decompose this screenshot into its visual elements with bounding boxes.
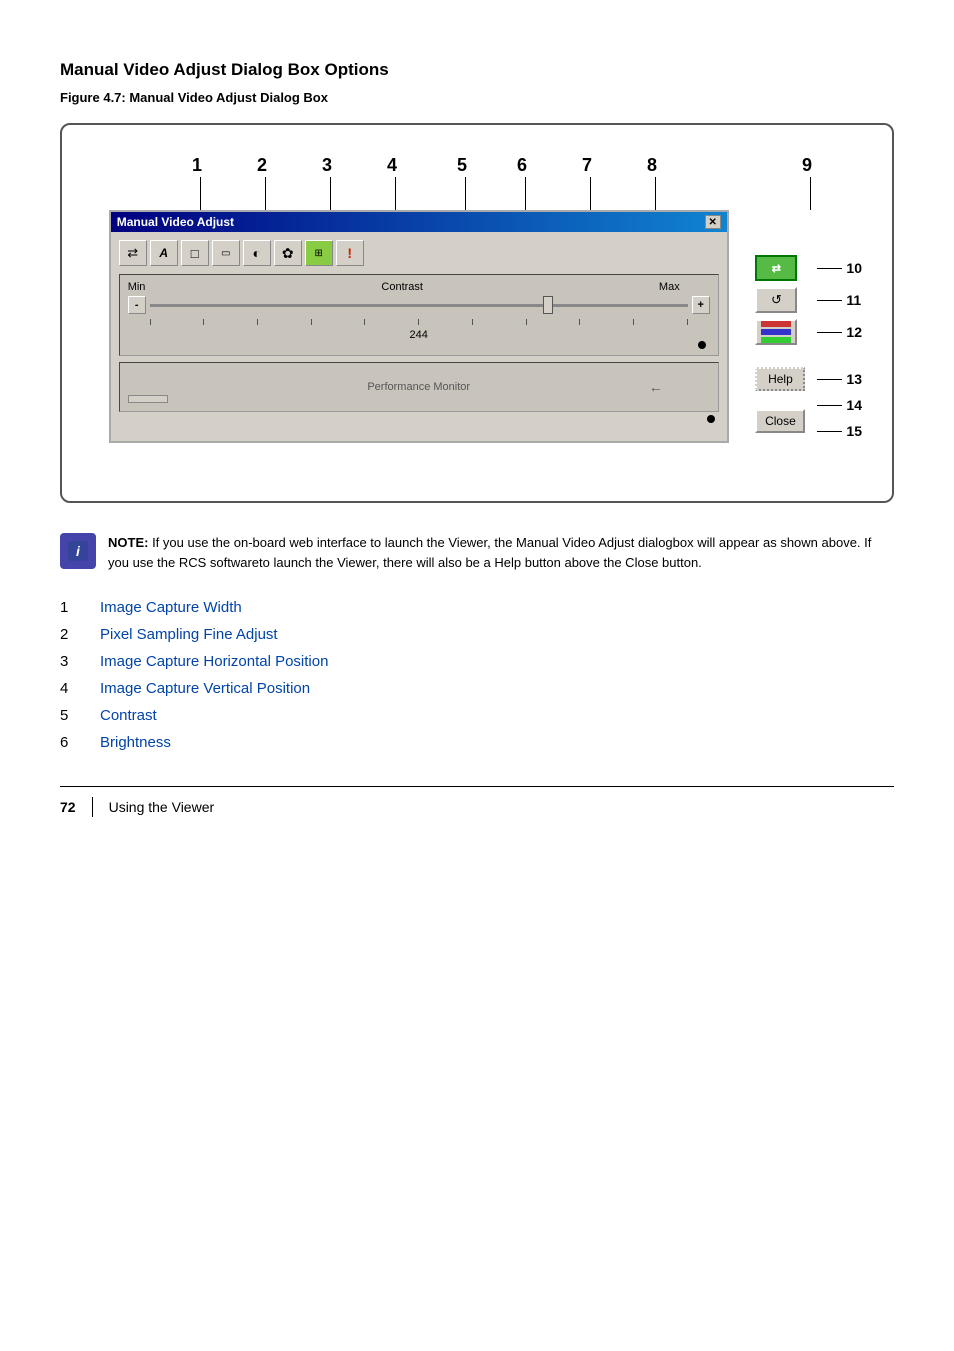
tick — [418, 319, 419, 325]
tb-circle-btn[interactable]: ◐ — [243, 240, 271, 266]
num-label-7: 7 — [582, 155, 592, 176]
perf-bar — [128, 395, 168, 403]
li-text-3: Image Capture Horizontal Position — [100, 653, 328, 670]
perf-label: Performance Monitor — [367, 381, 470, 393]
figure-caption: Figure 4.7: Manual Video Adjust Dialog B… — [60, 90, 894, 105]
dialog-figure: 1 2 3 4 5 6 7 8 9 Manual — [60, 123, 894, 503]
help-button[interactable]: Help — [755, 367, 805, 391]
close-x-button[interactable]: ✕ — [705, 215, 721, 229]
rn-12: 12 — [817, 319, 862, 345]
rn-15: 15 — [817, 419, 862, 443]
li-num-4: 4 — [60, 680, 80, 697]
tb-arrow-btn[interactable]: ⇄ — [119, 240, 147, 266]
tick-row — [128, 317, 710, 327]
tb-square-btn[interactable]: □ — [181, 240, 209, 266]
toolbar: ⇄ A □ ▭ ◐ ✿ ⊞ ! Min Contrast — [111, 232, 727, 431]
right-panel: ⇄ ↺ Help — [755, 255, 862, 443]
num-label-5: 5 — [457, 155, 467, 176]
footer-text: Using the Viewer — [109, 799, 215, 815]
list-item-3: 3 Image Capture Horizontal Position — [60, 648, 894, 675]
btn-12[interactable] — [755, 319, 797, 345]
note-section: i NOTE: If you use the on-board web inte… — [60, 533, 894, 572]
right-buttons: ⇄ ↺ Help — [755, 255, 805, 433]
dialog-window: Manual Video Adjust ✕ ⇄ A □ ▭ ◐ ✿ ⊞ ! — [109, 210, 729, 443]
btn-10[interactable]: ⇄ — [755, 255, 797, 281]
section-title: Manual Video Adjust Dialog Box Options — [60, 60, 894, 80]
rn-14: 14 — [817, 397, 862, 413]
dialog-title: Manual Video Adjust — [117, 215, 234, 229]
rn-13: 13 — [817, 367, 862, 391]
note-text: NOTE: If you use the on-board web interf… — [108, 533, 894, 572]
list-item-1: 1 Image Capture Width — [60, 594, 894, 621]
li-text-2: Pixel Sampling Fine Adjust — [100, 626, 278, 643]
bullet-1 — [698, 341, 706, 349]
slider-line — [150, 304, 688, 307]
li-num-1: 1 — [60, 599, 80, 616]
tick — [472, 319, 473, 325]
tick — [687, 319, 688, 325]
page-content: Manual Video Adjust Dialog Box Options F… — [60, 60, 894, 817]
rn-11: 11 — [817, 287, 862, 313]
min-label: Min — [128, 281, 146, 293]
list-item-4: 4 Image Capture Vertical Position — [60, 675, 894, 702]
list-item-2: 2 Pixel Sampling Fine Adjust — [60, 621, 894, 648]
contrast-label: Contrast — [381, 281, 423, 293]
li-num-2: 2 — [60, 626, 80, 643]
li-text-5: Contrast — [100, 707, 157, 724]
contrast-area: Min Contrast Max - + — [119, 274, 719, 356]
num-label-2: 2 — [257, 155, 267, 176]
perf-area: Performance Monitor ← — [119, 362, 719, 412]
top-number-labels: 1 2 3 4 5 6 7 8 9 — [192, 155, 862, 210]
btn-11[interactable]: ↺ — [755, 287, 797, 313]
tick — [257, 319, 258, 325]
note-body: If you use the on-board web interface to… — [108, 535, 871, 570]
slider-thumb[interactable] — [543, 296, 553, 314]
li-num-5: 5 — [60, 707, 80, 724]
tick — [150, 319, 151, 325]
slider-value: 244 — [128, 329, 710, 341]
tick — [203, 319, 204, 325]
rn-10: 10 — [817, 255, 862, 281]
list-item-6: 6 Brightness — [60, 729, 894, 756]
dialog-titlebar: Manual Video Adjust ✕ — [111, 212, 727, 232]
numbered-list: 1 Image Capture Width 2 Pixel Sampling F… — [60, 594, 894, 756]
minus-btn[interactable]: - — [128, 296, 146, 314]
tick — [364, 319, 365, 325]
footer-num: 72 — [60, 799, 76, 815]
li-text-4: Image Capture Vertical Position — [100, 680, 310, 697]
num-label-8: 8 — [647, 155, 657, 176]
tb-rect-btn[interactable]: ▭ — [212, 240, 240, 266]
footer-separator — [92, 797, 93, 817]
tick — [311, 319, 312, 325]
li-num-3: 3 — [60, 653, 80, 670]
num-label-4: 4 — [387, 155, 397, 176]
bullet-2 — [707, 415, 715, 423]
slider-row: - + — [128, 295, 710, 315]
num-label-3: 3 — [322, 155, 332, 176]
tick — [526, 319, 527, 325]
li-text-6: Brightness — [100, 734, 171, 751]
footer-bar: 72 Using the Viewer — [60, 786, 894, 817]
note-bold: NOTE: — [108, 535, 148, 550]
num-label-9: 9 — [802, 155, 812, 176]
list-item-5: 5 Contrast — [60, 702, 894, 729]
close-button[interactable]: Close — [755, 409, 805, 433]
tb-font-btn[interactable]: A — [150, 240, 178, 266]
slider-track[interactable] — [150, 295, 688, 315]
tick — [633, 319, 634, 325]
tick — [579, 319, 580, 325]
li-text-1: Image Capture Width — [100, 599, 242, 616]
num-label-6: 6 — [517, 155, 527, 176]
tb-sun-btn[interactable]: ✿ — [274, 240, 302, 266]
max-label: Max — [659, 281, 680, 293]
note-icon: i — [60, 533, 96, 569]
tb-exclaim-btn[interactable]: ! — [336, 240, 364, 266]
right-numbers: 10 11 12 13 — [817, 255, 862, 443]
num-label-1: 1 — [192, 155, 202, 176]
li-num-6: 6 — [60, 734, 80, 751]
contrast-header: Min Contrast Max — [128, 281, 710, 293]
toolbar-row: ⇄ A □ ▭ ◐ ✿ ⊞ ! — [119, 240, 719, 266]
plus-btn[interactable]: + — [692, 296, 710, 314]
tb-grid-btn[interactable]: ⊞ — [305, 240, 333, 266]
